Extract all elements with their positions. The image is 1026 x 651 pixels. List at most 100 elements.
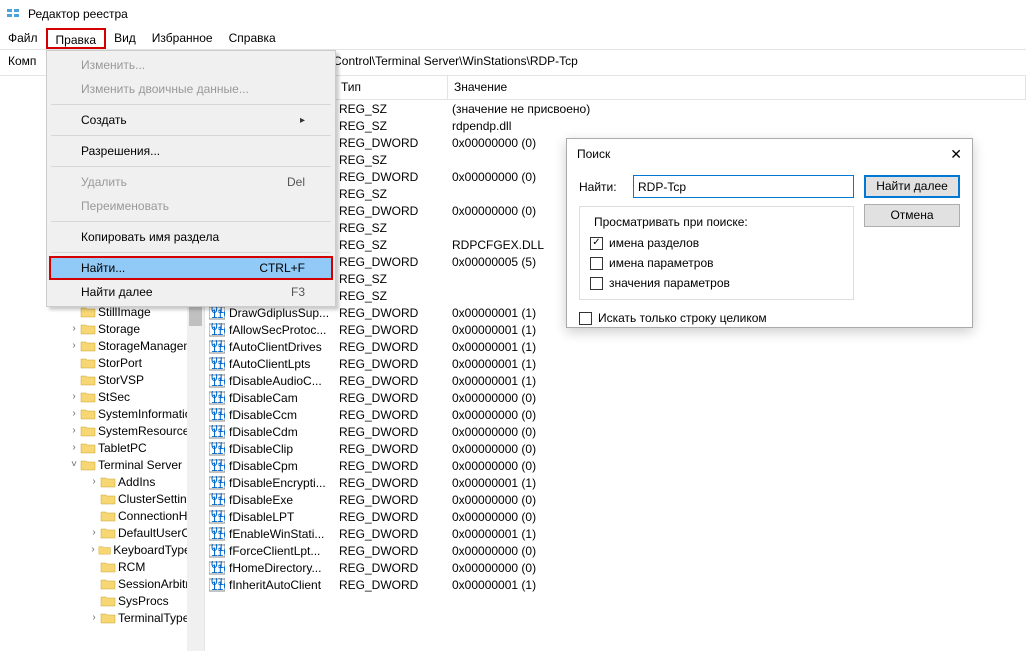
tree-label: SysProcs (118, 594, 169, 608)
svg-text:110: 110 (211, 579, 225, 592)
value-row[interactable]: 011110fDisableCpmREG_DWORD0x00000000 (0) (205, 457, 1026, 474)
tree-item[interactable]: ›TabletPC (0, 439, 204, 456)
checkbox-data-row[interactable]: значения параметров (590, 273, 843, 293)
tree-toggle-icon[interactable]: › (68, 323, 80, 334)
tree-toggle-icon[interactable]: › (68, 408, 80, 419)
value-type-cell: REG_SZ (335, 153, 448, 167)
close-icon[interactable]: ✕ (950, 146, 962, 163)
value-row[interactable]: 011110fDisableAudioC...REG_DWORD0x000000… (205, 372, 1026, 389)
tree-toggle-icon[interactable] (68, 374, 80, 385)
value-row[interactable]: 011110fDisableCdmREG_DWORD0x00000000 (0) (205, 423, 1026, 440)
app-title: Редактор реестра (28, 7, 128, 21)
tree-item[interactable]: ›AddIns (0, 473, 204, 490)
menu-item-find-next[interactable]: Найти далееF3 (49, 280, 333, 304)
tree-item[interactable]: ›SystemInformation (0, 405, 204, 422)
checkbox-keys-row[interactable]: имена разделов (590, 233, 843, 253)
tree-toggle-icon[interactable]: › (88, 544, 98, 555)
menu-item-find[interactable]: Найти...CTRL+F (49, 256, 333, 280)
value-row[interactable]: 011110fAutoClientDrivesREG_DWORD0x000000… (205, 338, 1026, 355)
menu-favorites[interactable]: Избранное (144, 28, 221, 49)
value-row[interactable]: 011110fDisableCcmREG_DWORD0x00000000 (0) (205, 406, 1026, 423)
value-row[interactable]: 011110fEnableWinStati...REG_DWORD0x00000… (205, 525, 1026, 542)
value-row[interactable]: 011110fInheritAutoClientREG_DWORD0x00000… (205, 576, 1026, 593)
find-next-button[interactable]: Найти далее (864, 175, 960, 198)
menu-file[interactable]: Файл (0, 28, 46, 49)
checkbox-values[interactable] (590, 257, 603, 270)
tree-toggle-icon[interactable] (88, 595, 100, 606)
dialog-titlebar[interactable]: Поиск ✕ (567, 139, 972, 169)
tree-item[interactable]: ›DefaultUserCon (0, 524, 204, 541)
value-type-cell: REG_SZ (335, 102, 448, 116)
tree-item[interactable]: SysProcs (0, 592, 204, 609)
menu-item-permissions[interactable]: Разрешения... (49, 139, 333, 163)
value-name-cell: 011110fDisableCcm (205, 408, 335, 422)
value-row[interactable]: 011110fDisableCamREG_DWORD0x00000000 (0) (205, 389, 1026, 406)
tree-toggle-icon[interactable]: ˅ (68, 459, 80, 470)
menu-view[interactable]: Вид (106, 28, 144, 49)
tree-toggle-icon[interactable] (88, 561, 100, 572)
tree-toggle-icon[interactable] (88, 493, 100, 504)
tree-item[interactable]: ClusterSettings (0, 490, 204, 507)
tree-toggle-icon[interactable]: › (88, 612, 100, 623)
value-type-cell: REG_SZ (335, 272, 448, 286)
tree-item[interactable]: ›StSec (0, 388, 204, 405)
chevron-right-icon: ▸ (300, 115, 305, 126)
value-row[interactable]: 011110fHomeDirectory...REG_DWORD0x000000… (205, 559, 1026, 576)
menu-item-modify-binary[interactable]: Изменить двоичные данные... (49, 77, 333, 101)
value-row[interactable]: 011110fDisableClipREG_DWORD0x00000000 (0… (205, 440, 1026, 457)
tree-toggle-icon[interactable] (68, 306, 80, 317)
tree-toggle-icon[interactable]: › (88, 527, 100, 538)
value-name-cell: 011110fDisableExe (205, 493, 335, 507)
svg-text:110: 110 (211, 477, 225, 490)
checkbox-whole-string[interactable] (579, 312, 592, 325)
value-type-cell: REG_DWORD (335, 425, 448, 439)
menu-help[interactable]: Справка (221, 28, 284, 49)
value-row[interactable]: 011110fDisableLPTREG_DWORD0x00000000 (0) (205, 508, 1026, 525)
tree-item[interactable]: ›SystemResources (0, 422, 204, 439)
menu-item-rename[interactable]: Переименовать (49, 194, 333, 218)
tree-item[interactable]: ConnectionHar (0, 507, 204, 524)
tree-item[interactable]: StorPort (0, 354, 204, 371)
value-row[interactable]: 011110fDisableEncrypti...REG_DWORD0x0000… (205, 474, 1026, 491)
value-data-cell: (значение не присвоено) (448, 102, 1026, 116)
checkbox-whole-row[interactable]: Искать только строку целиком (579, 308, 854, 328)
tree-toggle-icon[interactable]: › (68, 425, 80, 436)
tree-item[interactable]: ˅Terminal Server (0, 456, 204, 473)
tree-toggle-icon[interactable] (88, 578, 100, 589)
tree-toggle-icon[interactable] (68, 357, 80, 368)
value-type-cell: REG_DWORD (335, 561, 448, 575)
value-row[interactable]: 011110fForceClientLpt...REG_DWORD0x00000… (205, 542, 1026, 559)
tree-item[interactable]: ›Storage (0, 320, 204, 337)
value-row[interactable]: 011110fAutoClientLptsREG_DWORD0x00000001… (205, 355, 1026, 372)
value-type-cell: REG_DWORD (335, 391, 448, 405)
checkbox-data[interactable] (590, 277, 603, 290)
checkbox-values-row[interactable]: имена параметров (590, 253, 843, 273)
checkbox-keys[interactable] (590, 237, 603, 250)
tree-item[interactable]: ›TerminalTypes (0, 609, 204, 626)
value-data-cell: 0x00000000 (0) (448, 544, 1026, 558)
cancel-button[interactable]: Отмена (864, 204, 960, 227)
tree-toggle-icon[interactable] (88, 510, 100, 521)
tree-toggle-icon[interactable]: › (88, 476, 100, 487)
tree-item[interactable]: ›StorageManageme (0, 337, 204, 354)
value-name-cell: 011110fDisableClip (205, 442, 335, 456)
value-name-cell: 011110DrawGdiplusSup... (205, 306, 335, 320)
value-row[interactable]: 011110fDisableExeREG_DWORD0x00000000 (0) (205, 491, 1026, 508)
menu-item-modify[interactable]: Изменить... (49, 53, 333, 77)
tree-toggle-icon[interactable]: › (68, 442, 80, 453)
col-header-value[interactable]: Значение (448, 76, 1026, 99)
menu-edit[interactable]: Правка (46, 28, 107, 49)
menu-item-copy-key-name[interactable]: Копировать имя раздела (49, 225, 333, 249)
find-input[interactable] (633, 175, 854, 198)
tree-item[interactable]: ›KeyboardType M (0, 541, 204, 558)
menu-item-delete[interactable]: УдалитьDel (49, 170, 333, 194)
col-header-type[interactable]: Тип (335, 76, 448, 99)
tree-toggle-icon[interactable]: › (68, 391, 80, 402)
tree-item[interactable]: RCM (0, 558, 204, 575)
menu-item-new[interactable]: Создать▸ (49, 108, 333, 132)
tree-toggle-icon[interactable]: › (68, 340, 80, 351)
tree-item[interactable]: StorVSP (0, 371, 204, 388)
value-type-cell: REG_SZ (335, 187, 448, 201)
tree-item[interactable]: SessionArbitrati (0, 575, 204, 592)
value-name-cell: 011110fDisableCpm (205, 459, 335, 473)
